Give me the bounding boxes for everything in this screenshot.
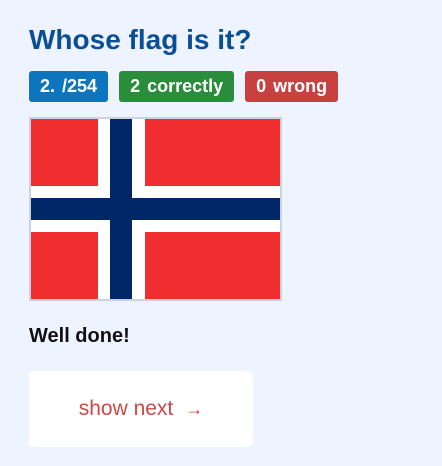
score-badges: 2. /254 2 correctly 0 wrong (29, 71, 339, 102)
flag-cross-inner-horizontal (31, 198, 280, 220)
wrong-count: 0 (256, 76, 267, 96)
correct-badge: 2 correctly (119, 71, 235, 102)
show-next-button[interactable]: show next → (29, 371, 253, 447)
progress-badge: 2. /254 (29, 71, 109, 102)
game-title: Whose flag is it? (29, 24, 252, 55)
feedback-message: Well done! (29, 325, 130, 347)
progress-current: 2. (40, 76, 56, 96)
show-next-label: show next (78, 397, 174, 420)
correct-count: 2 (130, 76, 141, 96)
wrong-badge: 0 wrong (245, 71, 339, 102)
arrow-right-icon: → (185, 399, 204, 419)
flag-frame (29, 117, 282, 301)
wrong-label: wrong (273, 76, 328, 96)
correct-label: correctly (147, 76, 224, 96)
progress-total-group: /254 (62, 71, 97, 102)
progress-total: 254 (67, 76, 98, 96)
flag-image (31, 119, 280, 299)
